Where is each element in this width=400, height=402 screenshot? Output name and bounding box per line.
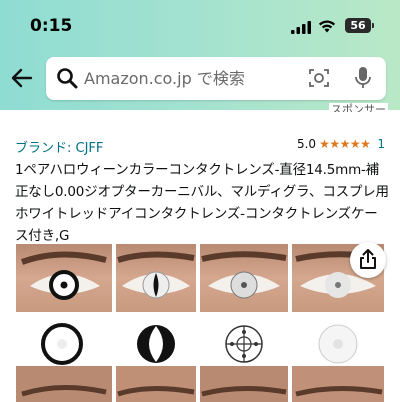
battery-icon: 56 [345,18,374,33]
white-lens-icon [318,324,358,364]
product-image-gallery[interactable] [0,244,400,402]
eye-photo-2 [116,244,196,312]
microphone-icon[interactable] [354,66,372,94]
header-bar: 0:15 56 [0,0,400,110]
cat-eye-lens-icon [137,325,175,363]
crosshair-lens-icon [225,325,263,363]
sponsored-label[interactable]: スポンサー [329,103,388,112]
status-bar: 0:15 56 [0,0,400,52]
eye-photo-row-2 [16,366,384,402]
search-box[interactable] [46,57,386,100]
rating-summary[interactable]: 5.0 ★★★★★ 1 [297,137,385,151]
product-title[interactable]: 1ペアハロウィーンカラーコンタクトレンズ-直径14.5mm-補正なし0.00ジオ… [15,159,390,247]
wifi-icon [318,18,336,37]
lens-row [16,316,384,366]
signal-icon [291,19,311,38]
rating-score: 5.0 [296,137,317,151]
brand-link[interactable]: ブランド: CJFF [15,137,103,156]
search-icon [56,67,78,93]
review-count[interactable]: 1 [377,137,385,151]
eye-photo-1 [16,244,112,312]
share-button[interactable] [350,242,386,278]
camera-scan-icon[interactable] [308,67,330,93]
search-input[interactable] [84,65,304,91]
back-arrow-icon[interactable] [10,66,34,90]
eye-photo-row [16,244,384,312]
black-ring-lens-icon [41,323,83,365]
star-rating-icon: ★★★★★ [319,137,371,151]
status-time: 0:15 [30,16,73,36]
eye-photo-3 [200,244,288,312]
share-icon [360,249,376,269]
